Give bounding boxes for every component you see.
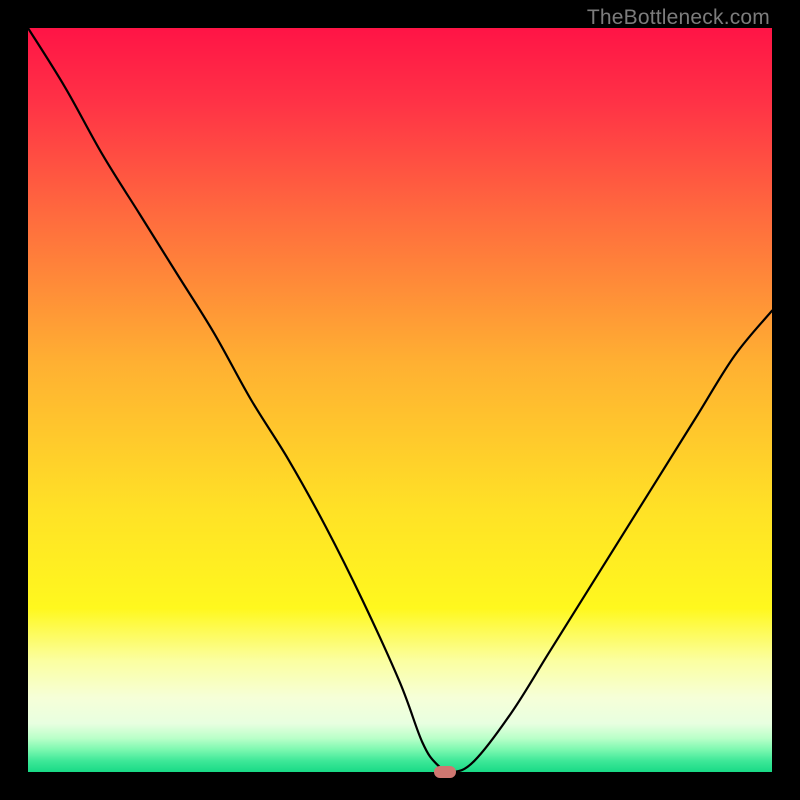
optimal-point-marker	[434, 766, 456, 778]
plot-area	[28, 28, 772, 772]
watermark-text: TheBottleneck.com	[587, 6, 770, 30]
chart-frame: TheBottleneck.com	[0, 0, 800, 800]
bottleneck-curve	[28, 28, 772, 772]
